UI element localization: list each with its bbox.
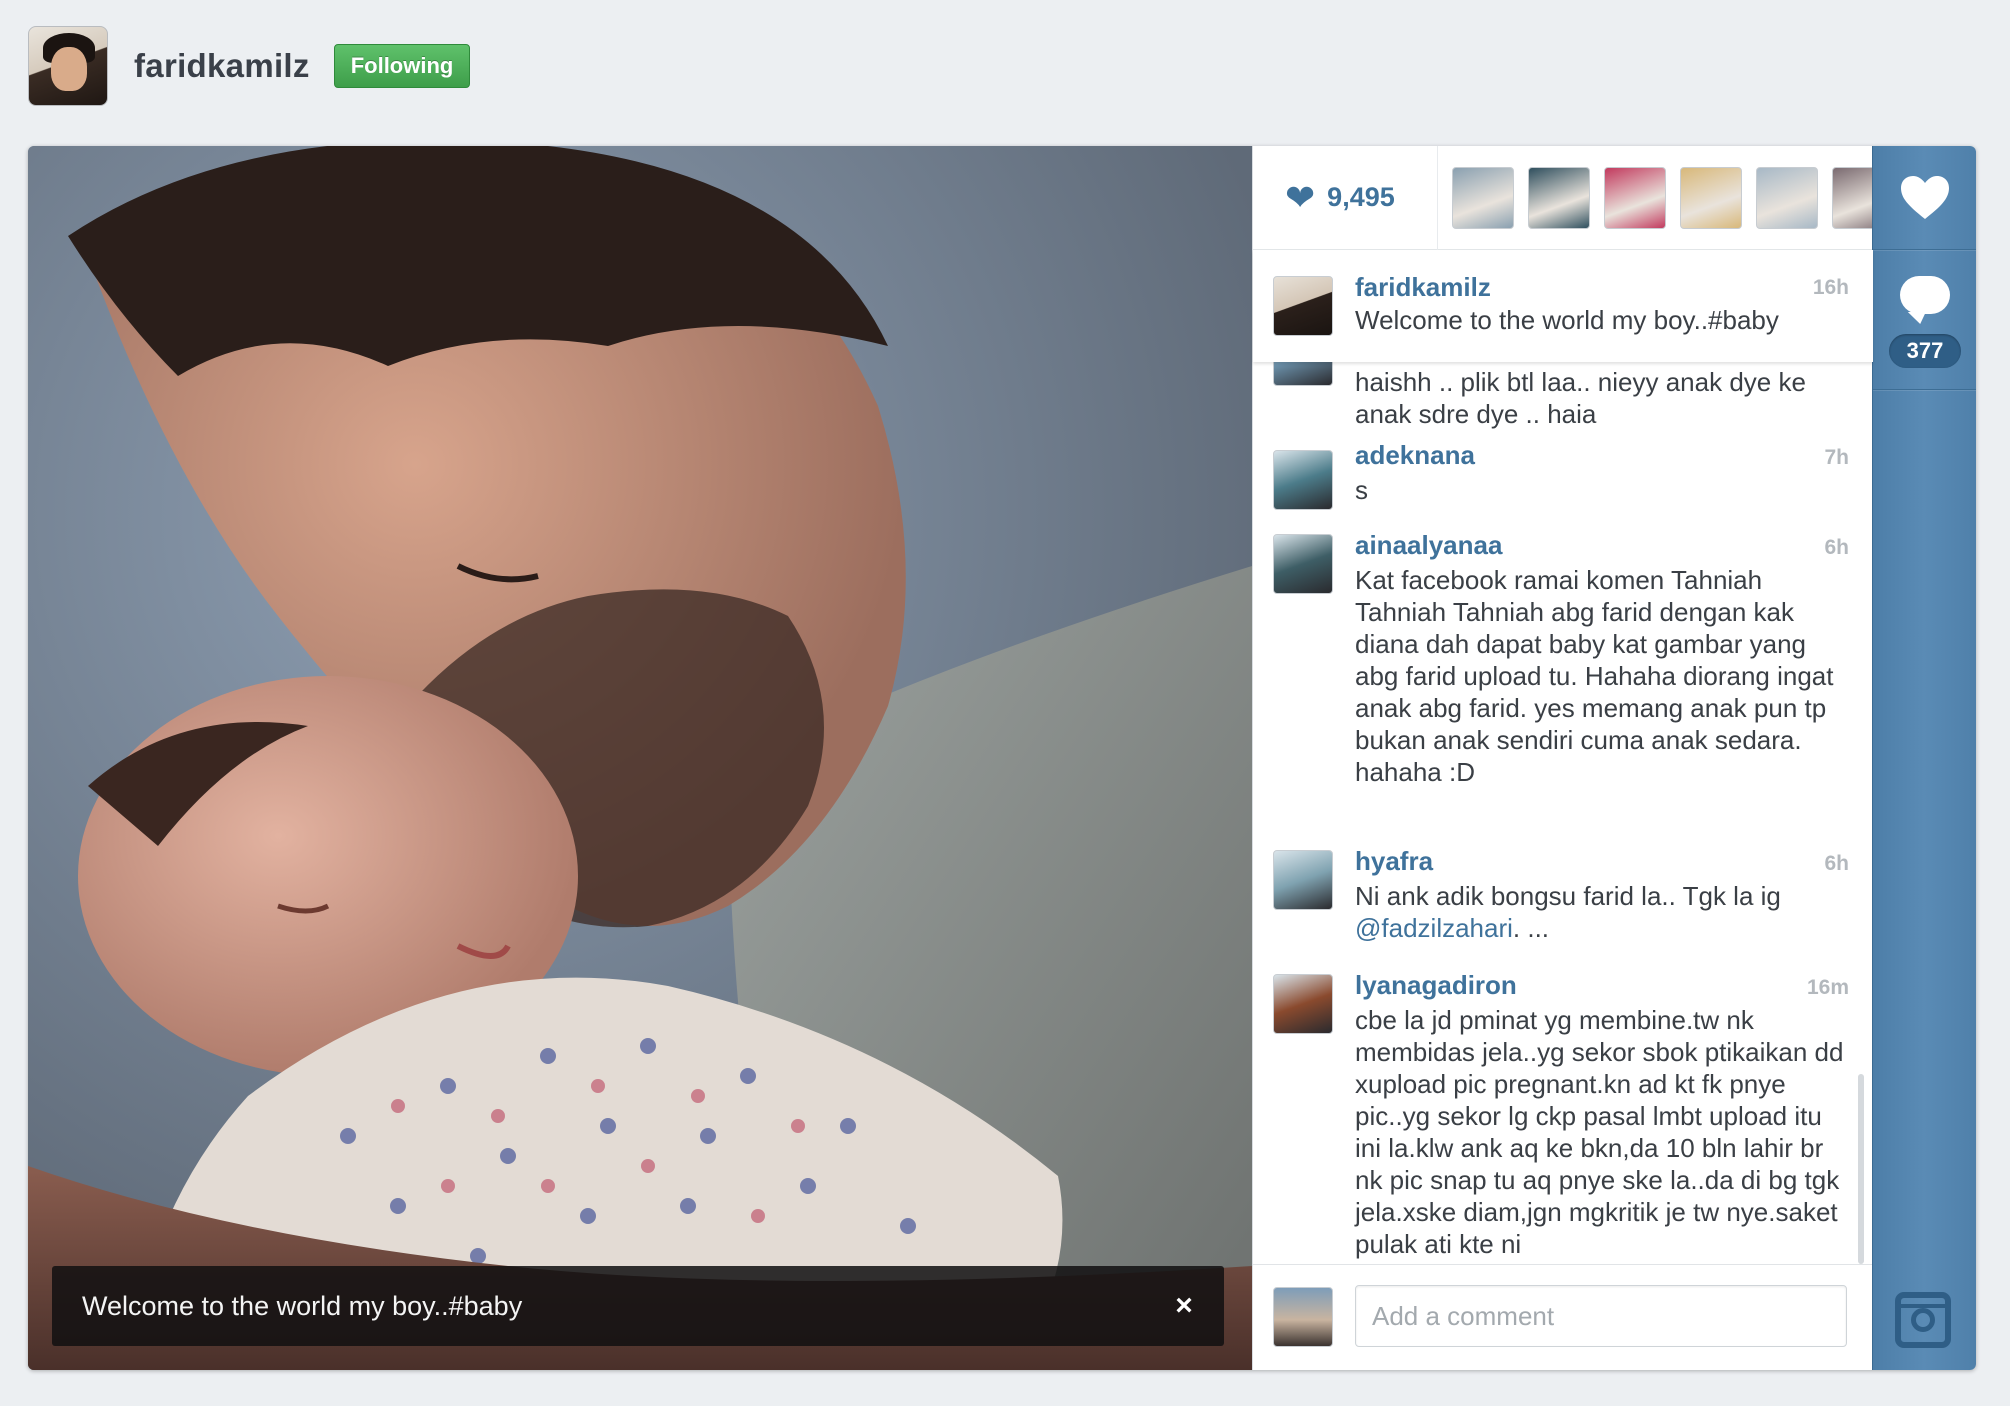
comment-text-part: . ... [1512, 913, 1550, 943]
post-card: Welcome to the world my boy..#baby × ❤ 9… [28, 146, 1976, 1370]
comment-text: s [1355, 475, 1368, 505]
action-rail: 377 [1872, 146, 1976, 1370]
comment-avatar[interactable] [1273, 534, 1333, 594]
caption-comment: faridkamilz 16h Welcome to the world my … [1253, 250, 1873, 362]
post-photo[interactable]: Welcome to the world my boy..#baby × [28, 146, 1252, 1370]
comments-scrollbar[interactable] [1858, 1074, 1864, 1264]
liker-avatar[interactable] [1528, 166, 1590, 229]
comment-time: 16m [1806, 976, 1849, 999]
comment-username[interactable]: adeknana [1355, 440, 1475, 471]
liker-avatar[interactable] [1452, 166, 1514, 229]
likes-count: 9,495 [1327, 182, 1395, 212]
comments-panel: ❤ 9,495 faridkamilz 16h Welcome to the w… [1252, 146, 1873, 1370]
comment-text-part: Ni ank adik bongsu farid la.. Tgk la ig [1355, 881, 1781, 911]
caption-overlay: Welcome to the world my boy..#baby × [52, 1266, 1224, 1346]
owner-avatar[interactable] [28, 26, 108, 106]
photo-illustration [28, 146, 1252, 1370]
comment-avatar[interactable] [1273, 362, 1333, 386]
comment-avatar[interactable] [1273, 450, 1333, 510]
comment-time: 6h [1824, 536, 1849, 559]
comment-text: haishh .. plik btl laa.. nieyy anak dye … [1355, 367, 1806, 429]
comment-time: 7h [1824, 446, 1849, 469]
caption-avatar[interactable] [1273, 276, 1333, 336]
camera-lens [1911, 1308, 1935, 1332]
following-button[interactable]: Following [333, 44, 471, 88]
comment-text: Kat facebook ramai komen Tahniah Tahniah… [1355, 565, 1834, 787]
comment-text: Ni ank adik bongsu farid la.. Tgk la ig … [1355, 880, 1845, 944]
likes-counter[interactable]: ❤ 9,495 [1253, 146, 1438, 250]
likers-strip [1452, 166, 1872, 229]
comment-text: cbe la jd pminat yg membine.tw nk membid… [1355, 1005, 1844, 1259]
current-user-avatar [1273, 1287, 1333, 1347]
add-comment-input[interactable] [1355, 1285, 1847, 1347]
mention-link[interactable]: @fadzilzahari [1355, 913, 1513, 943]
caption-overlay-text: Welcome to the world my boy..#baby [82, 1290, 523, 1321]
likes-row: ❤ 9,495 [1253, 146, 1873, 250]
comment-button[interactable]: 377 [1873, 250, 1976, 390]
caption-time: 16h [1812, 276, 1849, 299]
profile-header: faridkamilz Following [28, 24, 471, 108]
comment-avatar[interactable] [1273, 974, 1333, 1034]
like-button[interactable] [1873, 146, 1976, 250]
heart-icon: ❤ [1285, 176, 1316, 218]
owner-username[interactable]: faridkamilz [134, 47, 310, 85]
avatar-face [51, 47, 87, 91]
liker-avatar[interactable] [1604, 166, 1666, 229]
close-icon[interactable]: × [1166, 1288, 1202, 1324]
comments-list[interactable]: haishh .. plik btl laa.. nieyy anak dye … [1253, 362, 1873, 1262]
comment-username[interactable]: lyanagadiron [1355, 970, 1517, 1001]
add-comment-row [1253, 1264, 1873, 1370]
liker-avatar[interactable] [1756, 166, 1818, 229]
comment-avatar[interactable] [1273, 850, 1333, 910]
caption-text: Welcome to the world my boy..#baby [1355, 305, 1779, 335]
liker-avatar[interactable] [1832, 166, 1872, 229]
comment-username[interactable]: ainaalyanaa [1355, 530, 1502, 561]
comment-username[interactable]: hyafra [1355, 846, 1433, 877]
comment-bubble-icon [1900, 276, 1950, 314]
heart-icon [1901, 175, 1949, 219]
caption-username[interactable]: faridkamilz [1355, 272, 1491, 303]
comment-count-badge: 377 [1889, 334, 1961, 368]
comment-time: 6h [1824, 852, 1849, 875]
liker-avatar[interactable] [1680, 166, 1742, 229]
camera-icon[interactable] [1895, 1292, 1951, 1348]
